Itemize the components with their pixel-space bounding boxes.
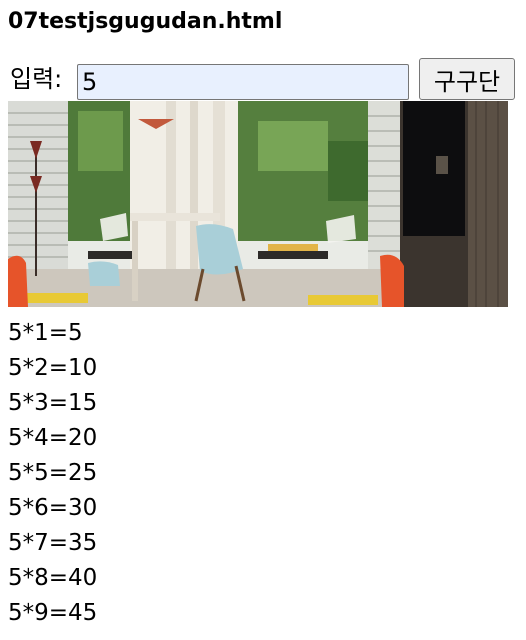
input-label: 입력:	[10, 65, 63, 93]
result-line: 5*1=5	[8, 320, 83, 346]
result-line: 5*5=25	[8, 460, 98, 486]
page-title: 07testjsgugudan.html	[8, 9, 283, 34]
result-line: 5*6=30	[8, 495, 98, 521]
result-line: 5*3=15	[8, 390, 98, 416]
results-list: 5*1=5 5*2=10 5*3=15 5*4=20 5*5=25 5*6=30…	[8, 316, 97, 631]
result-line: 5*9=45	[8, 600, 98, 626]
result-line: 5*2=10	[8, 355, 98, 381]
result-line: 5*8=40	[8, 565, 98, 591]
number-input[interactable]	[77, 64, 409, 100]
gugudan-button[interactable]: 구구단	[419, 58, 515, 100]
result-line: 5*4=20	[8, 425, 98, 451]
result-line: 5*7=35	[8, 530, 98, 556]
interior-photo	[8, 101, 508, 307]
input-row: 입력: 구구단	[8, 58, 518, 102]
